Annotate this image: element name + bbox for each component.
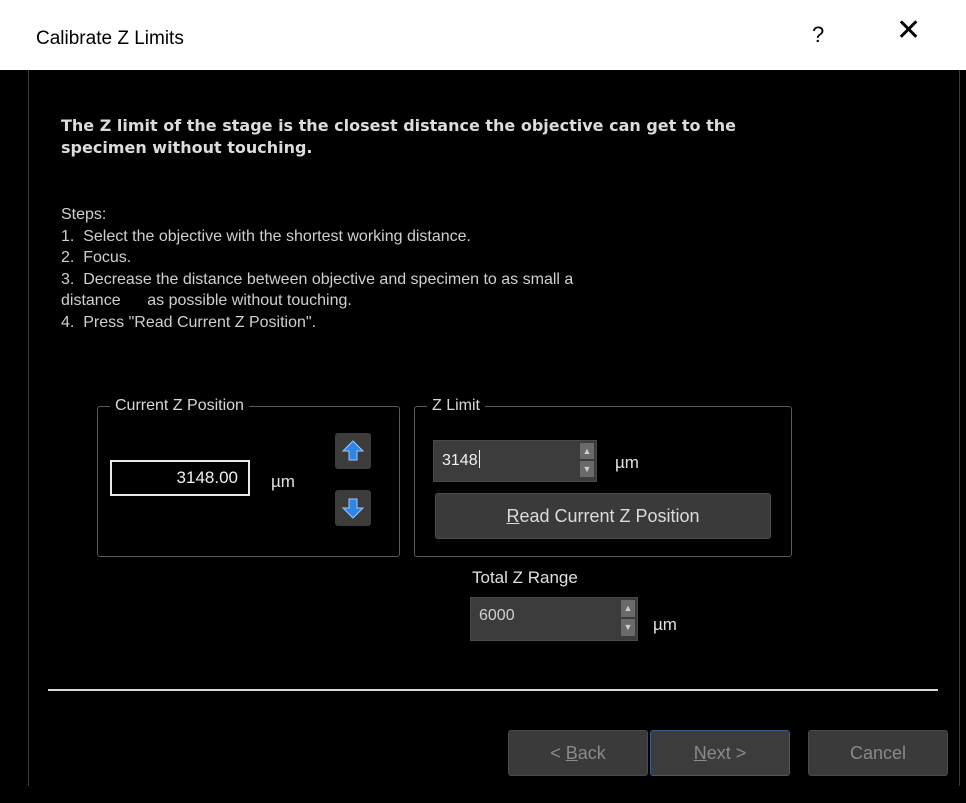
total-z-range-input[interactable]: 6000 ▲ ▼ [470,597,638,641]
step-4: 4. Press "Read Current Z Position". [61,313,317,331]
z-limit-spinner[interactable]: ▲ ▼ [580,443,594,477]
step-3: 3. Decrease the distance between objecti… [61,270,574,288]
z-limit-value: 3148 [442,452,478,469]
step-2: 2. Focus. [61,249,132,266]
move-z-up-button[interactable] [335,433,371,469]
step-3-continued: distance as possible without touching. [61,292,352,309]
z-limit-input[interactable]: 3148 ▲ ▼ [433,440,597,482]
z-limit-unit: µm [615,453,639,472]
total-z-range-spinner[interactable]: ▲ ▼ [621,600,635,636]
arrow-up-icon [342,440,364,461]
current-z-position-legend: Current Z Position [115,397,244,414]
spin-down-icon[interactable]: ▼ [580,461,594,477]
move-z-down-button[interactable] [335,490,371,526]
close-button[interactable]: ✕ [896,16,921,46]
back-prefix: < [550,742,566,763]
steps-heading: Steps: [61,206,107,223]
total-z-range-unit: µm [653,615,677,634]
next-button[interactable]: Next > [650,730,790,776]
current-z-unit: µm [271,472,295,491]
text-caret [478,450,480,468]
next-mnemonic: N [693,742,707,763]
footer-separator [48,689,938,691]
spin-up-icon[interactable]: ▲ [580,443,594,459]
arrow-down-icon [342,498,364,519]
back-button[interactable]: < Back [508,730,648,776]
help-button[interactable]: ? [812,22,824,48]
read-button-mnemonic: R [506,505,520,526]
next-label: ext > [706,742,747,763]
back-label: ack [577,742,606,763]
cancel-button[interactable]: Cancel [808,730,948,776]
window-title: Calibrate Z Limits [36,28,184,49]
spin-up-icon[interactable]: ▲ [621,600,635,617]
title-bar: Calibrate Z Limits ? ✕ [0,0,966,70]
current-z-value-field: 3148.00 [110,460,250,496]
z-limit-legend: Z Limit [432,397,480,414]
total-z-range-value: 6000 [479,607,515,624]
back-mnemonic: B [565,742,578,763]
spin-down-icon[interactable]: ▼ [621,619,635,636]
step-1: 1. Select the objective with the shortes… [61,227,471,245]
read-current-z-position-button[interactable]: Read Current Z Position [435,493,771,539]
intro-text: The Z limit of the stage is the closest … [61,116,736,157]
total-z-range-label: Total Z Range [472,568,578,587]
read-button-label: ead Current Z Position [519,505,700,526]
steps-list: Steps: 1. Select the objective with the … [61,204,821,333]
